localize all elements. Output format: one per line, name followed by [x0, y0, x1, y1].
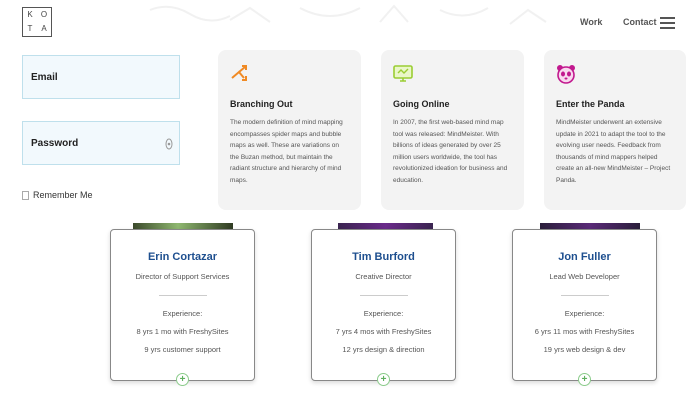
- nav-work-link[interactable]: Work: [580, 17, 602, 27]
- experience-line: 12 yrs design & direction: [342, 345, 425, 354]
- experience-label: Experience:: [564, 309, 605, 318]
- divider: [359, 295, 408, 296]
- team-member-role: Creative Director: [355, 272, 412, 281]
- hamburger-menu-icon[interactable]: [660, 17, 675, 29]
- nav-contact-link[interactable]: Contact: [623, 17, 657, 27]
- password-input[interactable]: [23, 122, 179, 164]
- team-member-name: Erin Cortazar: [147, 251, 218, 263]
- expand-plus-icon[interactable]: +: [578, 373, 591, 386]
- timeline-title: Enter the Panda: [556, 99, 625, 109]
- email-input[interactable]: [23, 56, 179, 98]
- logo-letter: O: [40, 10, 48, 19]
- panda-icon: [557, 65, 575, 84]
- expand-plus-icon[interactable]: +: [176, 373, 189, 386]
- experience-line: 19 yrs web design & dev: [543, 345, 626, 354]
- team-member-name: Jon Fuller: [558, 251, 611, 263]
- timeline-body: MindMeister underwent an extensive updat…: [556, 119, 671, 184]
- experience-line: 7 yrs 4 mos with FreshySites: [335, 327, 432, 336]
- timeline-card-branching-out: Branching Out The modern definition of m…: [218, 50, 361, 210]
- divider: [158, 295, 207, 296]
- email-field[interactable]: [22, 55, 180, 99]
- divider: [560, 295, 609, 296]
- experience-label: Experience:: [363, 309, 404, 318]
- monitor-icon: [393, 65, 413, 82]
- remember-me-label: Remember Me: [33, 190, 93, 200]
- team-member-role: Director of Support Services: [135, 272, 230, 281]
- experience-line: 9 yrs customer support: [144, 345, 221, 354]
- timeline-card-enter-the-panda: Enter the Panda MindMeister underwent an…: [544, 50, 686, 210]
- team-card-erin-cortazar: Erin Cortazar Director of Support Servic…: [110, 229, 255, 381]
- timeline-title: Branching Out: [230, 99, 293, 109]
- experience-line: 8 yrs 1 mo with FreshySites: [136, 327, 229, 336]
- timeline-body: In 2007, the first web-based mind map to…: [393, 119, 508, 184]
- team-card-tim-burford: Tim Burford Creative Director Experience…: [311, 229, 456, 381]
- show-password-icon[interactable]: [165, 138, 173, 150]
- branch-arrows-icon: [231, 65, 247, 81]
- team-card-jon-fuller: Jon Fuller Lead Web Developer Experience…: [512, 229, 657, 381]
- experience-line: 6 yrs 11 mos with FreshySites: [534, 327, 635, 336]
- password-field[interactable]: [22, 121, 180, 165]
- logo-letter: K: [27, 10, 33, 19]
- logo-letter: A: [41, 24, 47, 33]
- remember-me-checkbox[interactable]: [22, 191, 29, 200]
- expand-plus-icon[interactable]: +: [377, 373, 390, 386]
- team-member-name: Tim Burford: [352, 251, 415, 263]
- logo-letter: T: [27, 24, 33, 33]
- timeline-body: The modern definition of mind mapping en…: [230, 119, 343, 184]
- experience-label: Experience:: [162, 309, 203, 318]
- timeline-title: Going Online: [393, 99, 450, 109]
- timeline-card-going-online: Going Online In 2007, the first web-base…: [381, 50, 524, 210]
- team-member-role: Lead Web Developer: [549, 272, 620, 281]
- kota-logo[interactable]: K O T A: [22, 7, 52, 37]
